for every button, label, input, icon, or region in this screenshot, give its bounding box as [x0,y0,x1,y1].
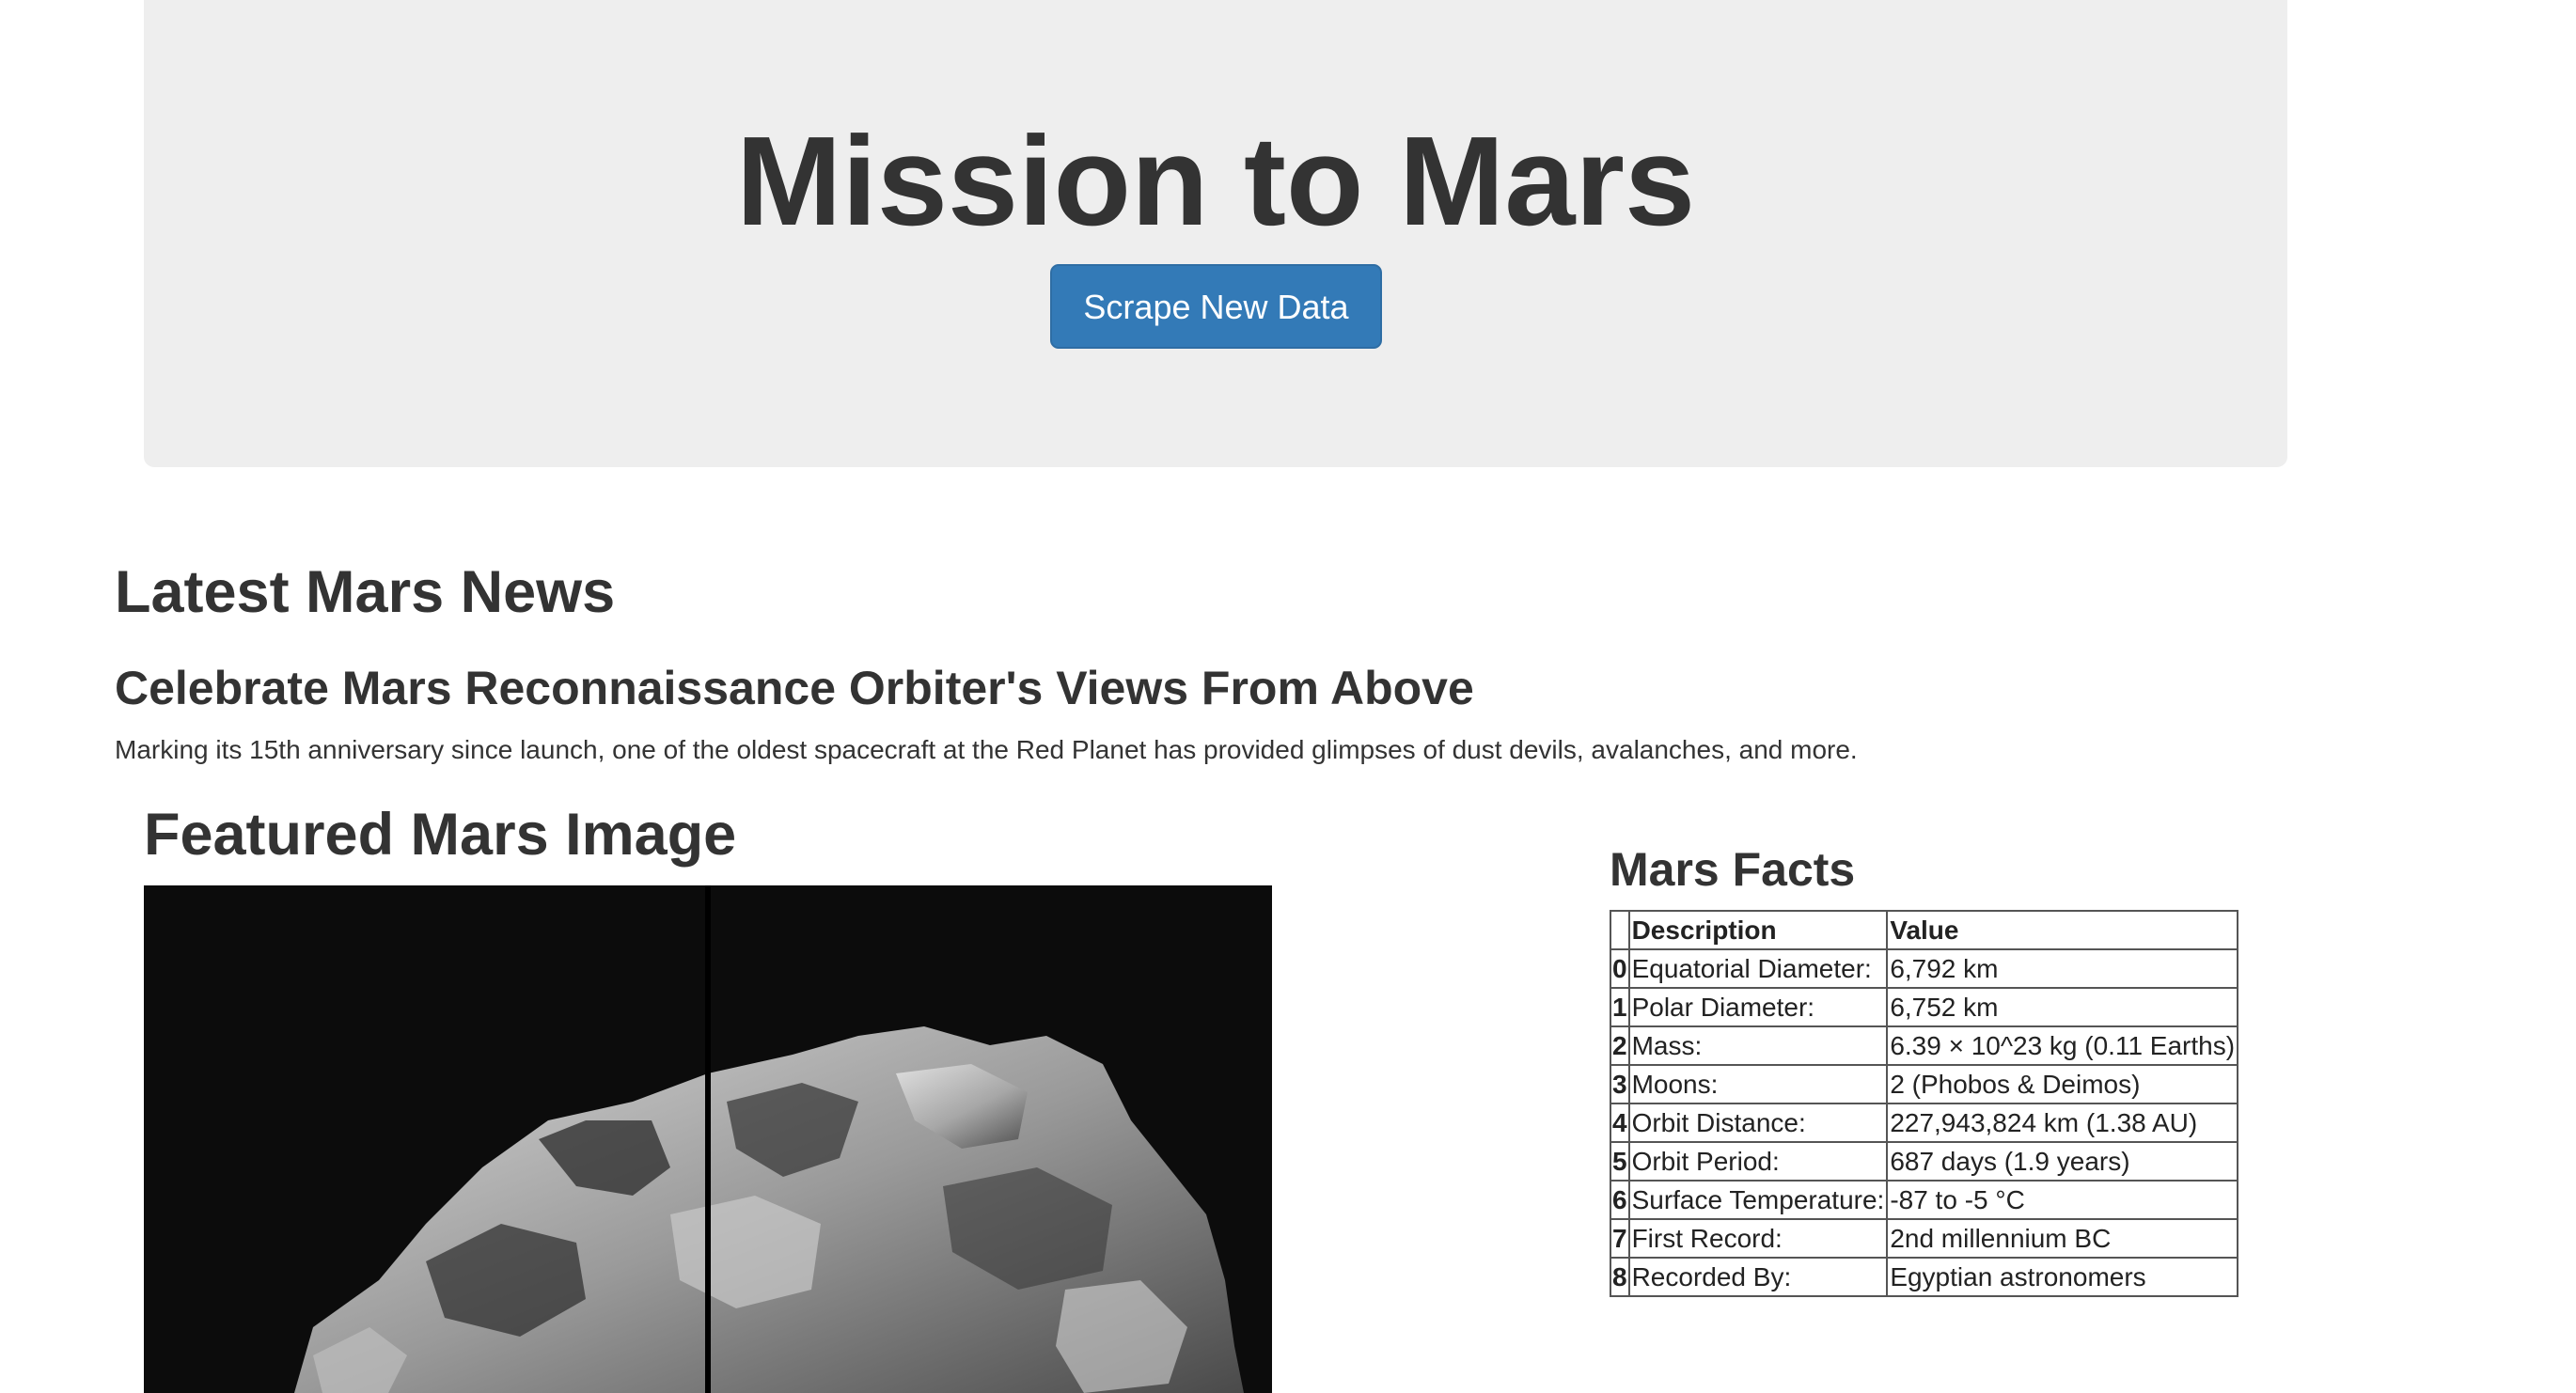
row-index: 7 [1610,1218,1630,1259]
column-header-value: Value [1886,910,2239,950]
table-row: 3 Moons: 2 (Phobos & Deimos) [1610,1064,2239,1104]
row-index: 0 [1610,948,1630,989]
row-value: 6.39 × 10^23 kg (0.11 Earths) [1886,1025,2239,1066]
comet-photo [144,885,1272,1393]
row-value: 2nd millennium BC [1886,1218,2239,1259]
row-description: Equatorial Diameter: [1627,948,1889,989]
row-description: Polar Diameter: [1627,987,1889,1027]
row-index: 2 [1610,1025,1630,1066]
row-value: 6,792 km [1886,948,2239,989]
row-value: -87 to -5 °C [1886,1180,2239,1220]
row-description: Orbit Distance: [1627,1103,1889,1143]
row-description: Mass: [1627,1025,1889,1066]
row-index: 6 [1610,1180,1630,1220]
row-index: 3 [1610,1064,1630,1104]
row-value: Egyptian astronomers [1886,1257,2239,1297]
row-description: First Record: [1627,1218,1889,1259]
row-index: 1 [1610,987,1630,1027]
mars-facts-table: Description Value 0 Equatorial Diameter:… [1610,910,2239,1297]
table-row: 4 Orbit Distance: 227,943,824 km (1.38 A… [1610,1103,2239,1143]
row-description: Recorded By: [1627,1257,1889,1297]
featured-mars-image[interactable] [144,885,1272,1393]
scrape-new-data-button[interactable]: Scrape New Data [1050,264,1382,349]
table-row: 5 Orbit Period: 687 days (1.9 years) [1610,1141,2239,1182]
mars-facts-heading: Mars Facts [1610,843,1856,896]
table-row: 6 Surface Temperature: -87 to -5 °C [1610,1180,2239,1220]
featured-image-heading: Featured Mars Image [144,802,737,868]
column-header-description: Description [1627,910,1889,950]
row-description: Moons: [1627,1064,1889,1104]
table-row: 1 Polar Diameter: 6,752 km [1610,987,2239,1027]
row-description: Orbit Period: [1627,1141,1889,1182]
news-paragraph: Marking its 15th anniversary since launc… [115,735,1858,764]
row-index: 8 [1610,1257,1630,1297]
row-description: Surface Temperature: [1627,1180,1889,1220]
row-value: 687 days (1.9 years) [1886,1141,2239,1182]
column-header-index [1610,910,1630,950]
table-row: 7 First Record: 2nd millennium BC [1610,1218,2239,1259]
row-value: 6,752 km [1886,987,2239,1027]
row-index: 4 [1610,1103,1630,1143]
latest-news-heading: Latest Mars News [115,559,616,625]
row-index: 5 [1610,1141,1630,1182]
row-value: 2 (Phobos & Deimos) [1886,1064,2239,1104]
table-row: 2 Mass: 6.39 × 10^23 kg (0.11 Earths) [1610,1025,2239,1066]
table-header-row: Description Value [1610,910,2239,950]
jumbotron-header: Mission to Mars Scrape New Data [144,0,2287,467]
row-value: 227,943,824 km (1.38 AU) [1886,1103,2239,1143]
table-row: 0 Equatorial Diameter: 6,792 km [1610,948,2239,989]
news-title: Celebrate Mars Reconnaissance Orbiter's … [115,662,1474,714]
page-title: Mission to Mars [735,110,1696,252]
table-row: 8 Recorded By: Egyptian astronomers [1610,1257,2239,1297]
